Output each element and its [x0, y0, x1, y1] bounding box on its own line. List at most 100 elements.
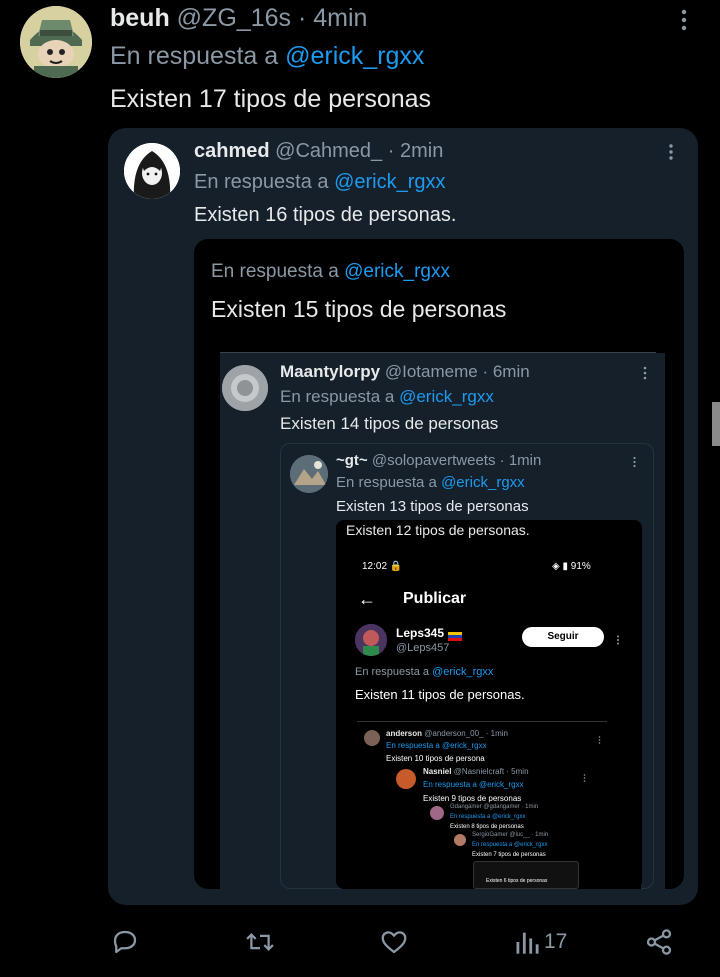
share-icon [646, 929, 672, 955]
avatar [355, 624, 387, 656]
avatar [396, 769, 416, 789]
tweet-text: Existen 17 tipos de personas [110, 85, 432, 113]
display-name[interactable]: cahmed [194, 140, 270, 162]
reply-context: En respuesta a @erick_rgxx [110, 42, 424, 71]
views-count: 17 [544, 930, 568, 953]
reply-context: En respuesta a @erick_rgxx [472, 842, 548, 848]
display-name: anderson [386, 729, 423, 738]
more-options-icon[interactable] [666, 143, 676, 161]
battery-text: 91% [570, 561, 591, 572]
signal-icon: ▮ [562, 561, 568, 572]
more-options-icon [616, 632, 620, 645]
handle: @Leps457 [396, 642, 450, 654]
avatar-image [20, 6, 92, 78]
heart-icon [381, 931, 407, 954]
like-button[interactable] [378, 924, 410, 960]
handle[interactable]: @Cahmed_ [275, 140, 382, 162]
tweet-header: beuh @ZG_16s · 4min [110, 4, 367, 33]
tweet-text: Existen 11 tipos de personas. [355, 687, 525, 702]
status-bar-time: 12:02 🔒 [362, 561, 402, 572]
tweet-header: Gdangamer @gdangamer · 1min [450, 804, 539, 810]
reply-to-link: @erick_rgxx [344, 261, 450, 282]
reply-context: En respuesta a @erick_rgxx [423, 780, 524, 789]
follow-button: Seguir [522, 627, 604, 647]
scrollbar-thumb[interactable] [712, 402, 720, 446]
tweet-text: Existen 10 tipos de persona [386, 754, 485, 763]
page-title: Publicar [403, 590, 467, 607]
lock-icon: 🔒 [389, 561, 403, 572]
timestamp: · 1min [499, 452, 542, 469]
avatar [290, 455, 328, 493]
handle: @solopavertweets [371, 452, 496, 469]
reply-button[interactable] [110, 924, 140, 960]
tweet-text: Existen 14 tipos de personas [280, 414, 499, 433]
more-options-icon [642, 366, 648, 380]
reply-context: En respuesta a @erick_rgxx [386, 741, 487, 750]
avatar [364, 730, 380, 746]
tweet-text: Existen 12 tipos de personas. [346, 522, 530, 538]
timestamp[interactable]: · 2min [388, 140, 444, 162]
tweet-header: Maantylorpy @Iotameme · 6min [280, 362, 530, 382]
retweet-button[interactable] [244, 924, 276, 960]
display-name: Leps345 [396, 626, 445, 640]
reply-to-link: @erick_rgxx [441, 474, 525, 491]
reply-context: En respuesta a @erick_rgxx [280, 387, 494, 407]
reply-prefix: En respuesta a [355, 666, 429, 678]
handle[interactable]: @ZG_16s [177, 4, 291, 32]
reply-prefix: En respuesta a [211, 261, 339, 282]
timestamp[interactable]: · 4min [298, 4, 367, 32]
reply-to-link: @erick_rgxx [399, 387, 494, 406]
tweet-text: Existen 8 tipos de personas [450, 824, 524, 830]
flag-icon [448, 628, 462, 641]
avatar[interactable] [20, 6, 92, 78]
tweet-header: cahmed @Cahmed_ · 2min [194, 140, 443, 163]
reply-to-link[interactable]: @erick_rgxx [285, 42, 424, 70]
status-bar-icons: ◈ ▮ 91% [552, 561, 591, 572]
reply-context: En respuesta a @erick_rgxx [211, 261, 450, 283]
time-text: 12:02 [362, 561, 388, 572]
handle: @Iotameme [384, 362, 478, 381]
display-name: ~gt~ [336, 452, 368, 469]
tweet-text: Existen 13 tipos de personas [336, 498, 529, 515]
avatar[interactable] [124, 143, 180, 199]
display-name: Nasniel [423, 767, 452, 776]
quoted-tweet-card [473, 861, 579, 889]
tweet-text: Existen 16 tipos de personas. [194, 204, 457, 226]
handle: @anderson_00_ [424, 729, 484, 738]
reply-to-link: @erick_rgxx [432, 666, 494, 678]
avatar [222, 365, 268, 411]
tweet-header: ~gt~ @solopavertweets · 1min [336, 452, 541, 469]
reply-context: En respuesta a @erick_rgxx [355, 666, 493, 678]
more-options-icon[interactable] [678, 8, 690, 32]
display-name: Maantylorpy [280, 362, 381, 381]
avatar [430, 806, 444, 820]
reply-prefix: En respuesta a [280, 387, 395, 406]
tweet-header: anderson @anderson_00_ · 1min [386, 729, 508, 738]
views-button[interactable]: 17 [514, 924, 567, 960]
reply-prefix: En respuesta a [110, 42, 279, 70]
handle: @Nasnielcraft [453, 767, 505, 776]
more-options-icon [583, 769, 586, 782]
divider [357, 721, 607, 722]
tweet-text: Existen 15 tipos de personas [211, 296, 507, 322]
retweet-icon [246, 933, 274, 951]
back-arrow-icon: ← [358, 589, 376, 609]
timestamp: · 6min [482, 362, 530, 381]
reply-context: En respuesta a @erick_rgxx [336, 474, 525, 491]
timestamp: · 1min [485, 729, 508, 738]
reply-prefix: En respuesta a [194, 171, 329, 193]
avatar-image [124, 143, 180, 199]
tweet-text: Existen 7 tipos de personas [472, 852, 546, 858]
tweet-text: Existen 9 tipos de personas [423, 794, 522, 803]
analytics-icon [516, 932, 539, 954]
timestamp: · 5min [506, 767, 529, 776]
reply-context: En respuesta a @erick_rgxx [194, 171, 446, 194]
display-name[interactable]: beuh [110, 4, 170, 32]
tweet-header: Nasniel @Nasnielcraft · 5min [423, 767, 529, 776]
reply-to-link[interactable]: @erick_rgxx [334, 171, 445, 193]
share-button[interactable] [644, 924, 674, 960]
reply-context: En respuesta a @erick_rgxx [450, 814, 526, 820]
tweet-header: SergioGamer @luc__ · 1min [472, 832, 549, 838]
more-options-icon [632, 455, 637, 468]
avatar [454, 834, 466, 846]
